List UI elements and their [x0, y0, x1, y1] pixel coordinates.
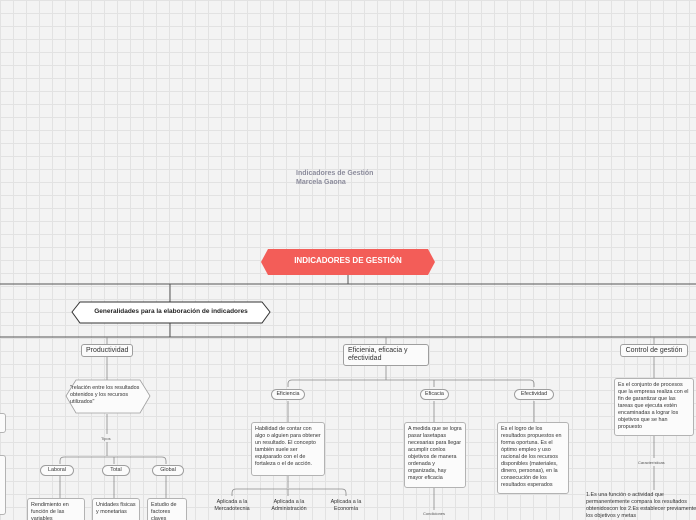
- type-total[interactable]: Total: [102, 465, 130, 476]
- offscreen-node-fragment[interactable]: [0, 413, 6, 433]
- type-laboral[interactable]: Laboral: [40, 465, 74, 476]
- efectividad-definition[interactable]: Es el logro de los resultados propuestos…: [497, 422, 569, 494]
- type-laboral-detail[interactable]: Rendimiento en función de las variables: [27, 498, 85, 520]
- type-global-detail[interactable]: Estudio de factores claves: [147, 498, 187, 520]
- eficiencia-app-mercadotecnia[interactable]: Aplicada a la Mercadotecnia: [208, 499, 256, 513]
- type-global[interactable]: Global: [152, 465, 184, 476]
- mind-map-canvas[interactable]: Indicadores de Gestión Marcela Gaona IND…: [0, 0, 696, 520]
- eficacia-definition[interactable]: A medida que se logra pasar lasetapas ne…: [404, 422, 466, 488]
- control-characteristics[interactable]: 1.Es una función o actividad que permane…: [586, 492, 696, 520]
- subtopic-productividad[interactable]: Productividad: [81, 344, 133, 357]
- eficiencia-definition[interactable]: Habilidad de contar con algo o alguien p…: [251, 422, 325, 476]
- eficiencia-app-economia[interactable]: Aplicada a la Economía: [324, 499, 368, 513]
- subtopic-eficiencia-eficacia-efectividad[interactable]: Eficienia, eficacia y efectividad: [343, 344, 429, 366]
- type-total-detail[interactable]: Unidades físicas y monetarias: [92, 498, 140, 520]
- floating-title: Indicadores de Gestión Marcela Gaona: [296, 170, 374, 187]
- node-eficiencia[interactable]: Eficiencia: [271, 389, 305, 400]
- subtopic-control-de-gestion[interactable]: Control de gestión: [620, 344, 688, 357]
- control-connector: Características: [638, 460, 665, 465]
- productividad-connector: Tipos: [101, 436, 111, 441]
- eficiencia-app-administracion[interactable]: Aplicada a la Administración: [264, 499, 314, 513]
- central-topic[interactable]: INDICADORES DE GESTIÓN: [268, 256, 428, 265]
- productividad-definition: "relación entre los resultados obtenidos…: [70, 385, 140, 406]
- node-eficacia[interactable]: Eficacia: [420, 389, 449, 400]
- main-topic-generalidades[interactable]: Generalidades para la elaboración de ind…: [80, 308, 262, 315]
- control-definition[interactable]: Es el conjunto de procesos que la empres…: [614, 378, 694, 436]
- offscreen-node-fragment[interactable]: [0, 455, 6, 515]
- node-efectividad[interactable]: Efectividad: [514, 389, 554, 400]
- eficacia-connector: Condiciones: [423, 511, 446, 516]
